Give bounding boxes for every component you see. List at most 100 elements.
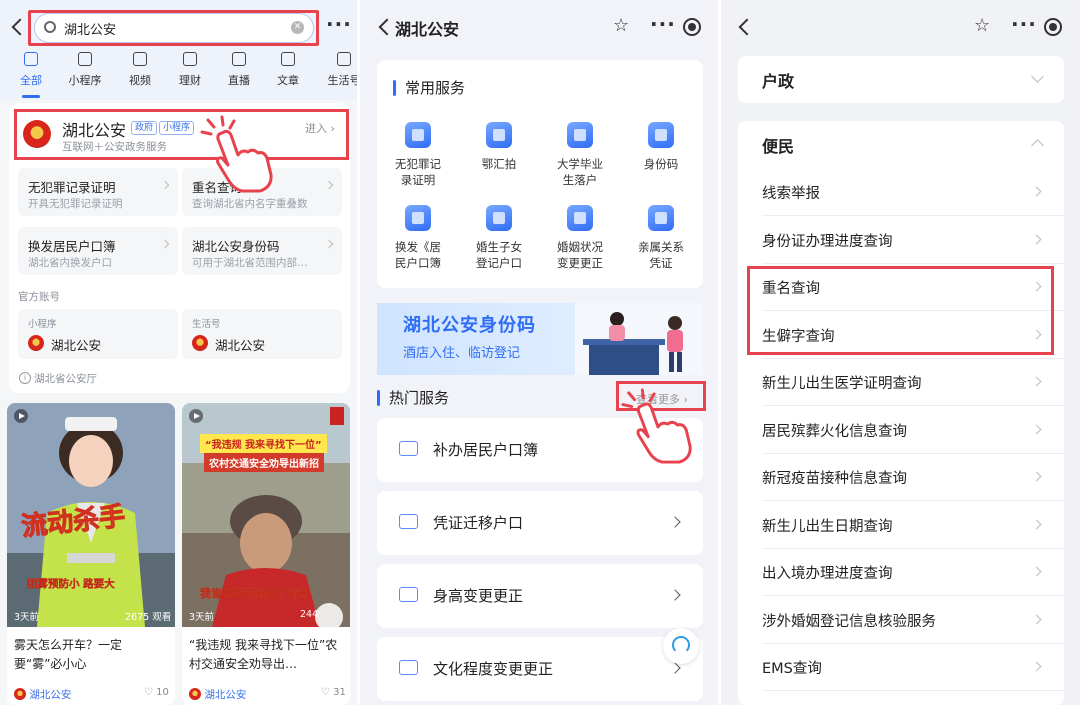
chevron-right-icon [1031,471,1042,482]
list-item[interactable]: 新生儿出生医学证明查询 [738,359,1064,406]
service-label: 婚姻状况 变更更正 [557,240,603,270]
divider [762,500,1064,501]
search-highlight-frame [28,10,319,46]
divider [762,690,1064,691]
tab-label: 理财 [179,74,201,87]
service-item[interactable]: 婚姻状况 变更更正 [539,205,621,271]
service-tile[interactable]: 换发居民户口簿 湖北省内换发户口 [18,227,178,275]
chevron-right-icon [160,239,170,249]
common-services-title: 常用服务 [405,79,466,97]
account-tile[interactable]: 小程序 湖北公安 [18,309,178,359]
service-item[interactable]: 亲属关系 凭证 [620,205,702,271]
official-accounts-label: 官方账号 [18,291,60,303]
chevron-right-icon [1031,186,1042,197]
customer-service-icon[interactable] [663,628,699,664]
list-item[interactable]: 涉外婚姻登记信息核验服务 [738,597,1064,644]
tab-finance[interactable]: 理财 [168,52,212,88]
more-icon[interactable]: ··· [1011,12,1037,36]
author-name: 湖北公安 [204,689,247,701]
service-tile[interactable]: 湖北公安身份码 可用于湖北省范围内部… [182,227,342,275]
banner-illustration [575,303,703,375]
like-count[interactable]: ♡ 31 [321,687,346,698]
list-item[interactable]: EMS查询 [738,644,1064,691]
tab-label: 文章 [277,74,299,87]
video-icon [133,52,147,66]
hot-service-item[interactable]: 凭证迁移户口 [377,491,703,555]
info-icon: i [19,372,31,384]
chevron-right-icon [160,180,170,190]
star-icon[interactable]: ☆ [974,15,990,36]
list-item[interactable]: 出入境办理进度查询 [738,549,1064,596]
list-item-label: EMS查询 [762,661,822,677]
tab-label: 视频 [129,74,151,87]
chevron-right-icon [669,662,681,674]
relation-icon [648,205,674,231]
likes: 10 [156,687,169,698]
education-icon [399,660,418,675]
id-code-icon [648,122,674,148]
back-icon[interactable] [738,18,756,36]
list-item-label: 线索举报 [762,186,820,202]
list-item[interactable]: 线索举报 [738,169,1064,216]
video-overlay-subtitle: 我皆回都走出来了才带 [200,587,310,600]
play-icon [14,409,28,423]
video-author[interactable]: 湖北公安 [189,687,246,702]
account-tile[interactable]: 生活号 湖北公安 [182,309,342,359]
tab-label: 全部 [20,74,42,87]
tab-label: 小程序 [68,74,102,87]
author-name: 湖北公安 [29,689,72,701]
service-item[interactable]: 无犯罪记 录证明 [377,122,459,188]
chevron-right-icon [669,516,681,528]
video-author[interactable]: 湖北公安 [14,687,71,702]
hot-service-label: 补办居民户口簿 [433,441,539,459]
service-item[interactable]: 大学毕业 生落户 [539,122,621,188]
tab-life[interactable]: 生活号 [322,52,357,88]
service-item[interactable]: 身份码 [620,122,702,172]
service-label: 鄂汇拍 [481,157,517,171]
list-item[interactable]: 身份证办理进度查询 [738,217,1064,264]
comment-icon[interactable] [315,603,343,631]
chevron-right-icon [1031,614,1042,625]
hot-service-item[interactable]: 身高变更更正 [377,564,703,628]
tab-live[interactable]: 直播 [217,52,261,88]
tab-all[interactable]: 全部 [9,52,53,88]
tab-article[interactable]: 文章 [266,52,310,88]
likes: 31 [333,687,346,698]
household-book-icon [405,205,431,231]
tab-miniapp[interactable]: 小程序 [63,52,107,88]
section-bar [393,80,396,96]
tab-video[interactable]: 视频 [118,52,162,88]
video-overlay-caption: 农村交通安全劝导出新招 [204,453,324,472]
service-tile[interactable]: 无犯罪记录证明 开具无犯罪记录证明 [18,168,178,216]
more-icon[interactable]: ··· [326,12,352,36]
chevron-right-icon [669,589,681,601]
hot-service-item[interactable]: 文化程度变更更正 [377,637,703,701]
list-item[interactable]: 新冠疫苗接种信息查询 [738,454,1064,501]
video-overlay-text: “我违规 我来寻找下一位” [200,434,327,453]
grid-icon [24,52,38,66]
video-card[interactable]: “我违规 我来寻找下一位” 农村交通安全劝导出新招 我皆回都走出来了才带 3天前… [182,403,350,705]
source-note: 湖北省公安厅 [34,373,97,385]
more-icon[interactable]: ··· [650,12,676,36]
star-icon[interactable]: ☆ [613,15,629,36]
service-item[interactable]: 鄂汇拍 [458,122,540,172]
video-title: 雾天怎么开车？一定要“雾”必小心 [14,638,123,671]
chevron-right-icon [324,239,334,249]
close-miniapp-icon[interactable] [1044,18,1062,36]
video-views: 2675 观看 [125,612,172,623]
like-count[interactable]: ♡ 10 [144,687,169,698]
certificate-icon [399,514,418,529]
height-icon [399,587,418,602]
service-item[interactable]: 换发《居 民户口簿 [377,205,459,271]
hot-service-label: 文化程度变更更正 [433,660,554,678]
service-item[interactable]: 婚生子女 登记户口 [458,205,540,271]
list-item[interactable]: 新生儿出生日期查询 [738,502,1064,549]
chevron-right-icon [1031,376,1042,387]
tab-indicator [22,95,40,98]
list-item[interactable]: 居民殡葬火化信息查询 [738,407,1064,454]
close-miniapp-icon[interactable] [683,18,701,36]
service-label: 大学毕业 生落户 [557,157,603,187]
tap-hand-icon [621,388,692,464]
video-card[interactable]: 流动杀手 团雾预防小 路要大 3天前 2675 观看 雾天怎么开车？一定要“雾”… [7,403,175,705]
back-icon[interactable] [378,18,396,36]
